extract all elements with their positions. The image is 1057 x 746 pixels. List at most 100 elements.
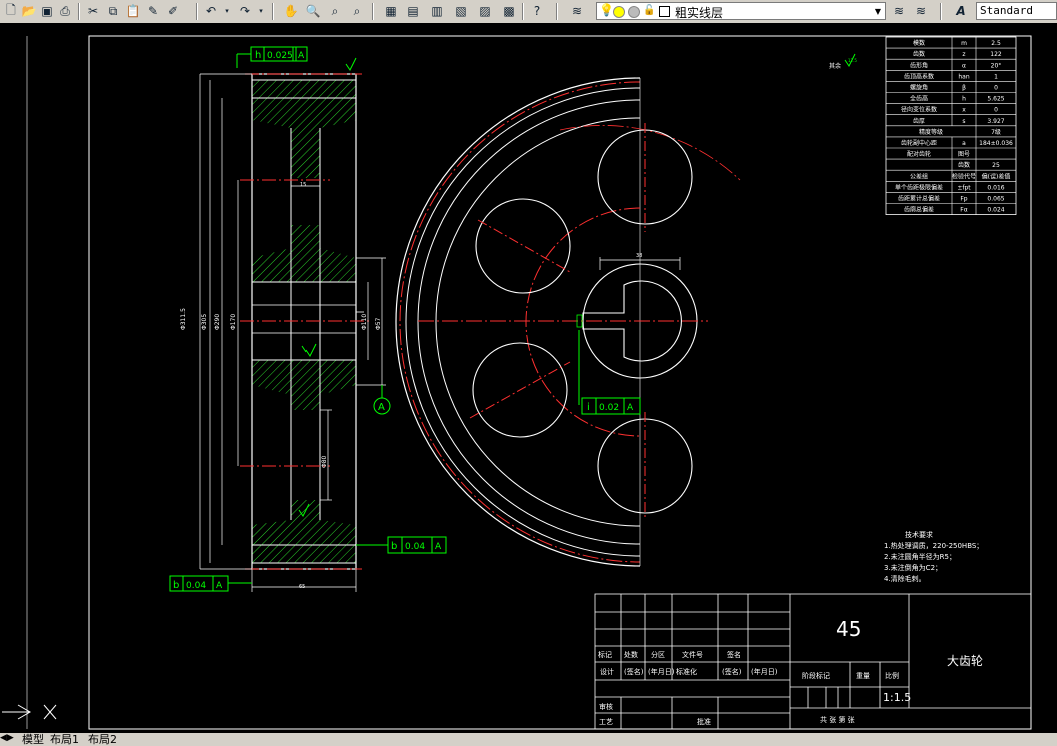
calculator-icon[interactable]: ▩	[500, 2, 518, 20]
zoom-previous-icon[interactable]: ⌕	[348, 2, 366, 20]
param-cell: 0.024	[987, 207, 1004, 214]
svg-text:0.04: 0.04	[186, 581, 206, 591]
tb-approve: 批准	[697, 717, 711, 726]
tech-req-line: 4.清除毛刺。	[884, 574, 926, 583]
tb-ratio: 比例	[885, 671, 899, 680]
svg-text:0.02: 0.02	[599, 403, 619, 413]
hatch-lower-web	[252, 500, 356, 545]
tab-scroll-arrows[interactable]: ◀▶	[0, 733, 14, 743]
undo-icon[interactable]: ↶	[202, 2, 220, 20]
tb-label-zone: 分区	[651, 650, 665, 659]
zoom-window-icon[interactable]: ⌕	[326, 2, 344, 20]
hatch-rim-bottom	[252, 545, 356, 563]
block-editor-icon[interactable]: ✐	[164, 2, 182, 20]
tb-date2: (年月日)	[751, 667, 778, 676]
param-cell: 齿轮副中心距	[901, 139, 937, 147]
param-cell: m	[961, 40, 967, 47]
hatch-hub-bottom	[252, 360, 356, 410]
tb-material: 45	[836, 617, 861, 641]
tb-stage: 阶段标记	[802, 671, 830, 680]
save-icon[interactable]: ▣	[38, 2, 56, 20]
param-cell: 1	[994, 73, 998, 80]
text-style-icon[interactable]: A	[952, 2, 970, 20]
tool-palettes-icon[interactable]: ▥	[428, 2, 446, 20]
svg-text:0.025: 0.025	[267, 51, 293, 61]
open-file-icon[interactable]: 📂	[20, 2, 38, 20]
layer-name: 粗实线层	[675, 6, 724, 20]
svg-text:b: b	[391, 541, 397, 552]
zoom-realtime-icon[interactable]: 🔍	[304, 2, 322, 20]
dim-label-2: Φ290	[214, 314, 221, 330]
datum-a-symbol: A	[373, 385, 391, 415]
layer-manager-icon[interactable]: ≋	[568, 2, 586, 20]
svg-text:i: i	[587, 402, 590, 413]
tb-sheets: 共 张 第 张	[820, 715, 855, 724]
chevron-down-icon[interactable]: ▼	[872, 4, 884, 18]
layer-dropdown[interactable]: 💡 🔓 粗实线层 ▼	[596, 2, 886, 20]
svg-text:A: A	[435, 542, 442, 552]
markup-icon[interactable]: ▨	[476, 2, 494, 20]
pan-icon[interactable]: ✋	[282, 2, 300, 20]
param-cell: 齿形角	[910, 61, 928, 69]
undo-dropdown-icon[interactable]: ▾	[222, 2, 232, 20]
svg-text:A: A	[378, 402, 385, 413]
lightbulb-icon[interactable]: 💡	[599, 3, 614, 17]
param-cell: s	[962, 118, 965, 125]
tb-sign2: (签名)	[722, 667, 742, 676]
svg-text:0.04: 0.04	[405, 542, 425, 552]
tb-label-sign: 签名	[727, 650, 741, 659]
param-cell: 单个齿距极限偏差	[895, 183, 943, 191]
dim-label-0: Φ311.5	[180, 308, 187, 330]
dim-label-6: Φ80	[321, 455, 328, 468]
param-cell: 配对齿轮	[907, 150, 931, 158]
param-cell: 122	[990, 51, 1002, 58]
tb-label-mark: 标记	[598, 650, 612, 659]
match-properties-icon[interactable]: ✎	[144, 2, 162, 20]
make-current-layer-icon[interactable]: ≋	[890, 2, 908, 20]
gear-parameters-table: 模数 m 2.5 齿数 z 122 齿形角 α 20° 齿顶高系数 han 1 螺旋角 β 0 全齿高 h 5.6…	[885, 36, 1017, 216]
param-cell: Fp	[960, 196, 967, 203]
sheet-set-icon[interactable]: ▧	[452, 2, 470, 20]
param-cell: 0	[994, 107, 998, 114]
cut-icon[interactable]: ✂	[84, 2, 102, 20]
freeze-viewport-icon[interactable]	[628, 6, 640, 18]
tab-layout1[interactable]: 布局1	[50, 733, 79, 746]
hatch-hub-top	[252, 225, 356, 282]
tech-req-line: 1.热处理调质，220-250HBS；	[884, 541, 983, 550]
drawing-canvas[interactable]: Φ311.5 Φ305 Φ290 Φ170 Φ110 Φ57 Φ80 15 65…	[0, 23, 1057, 733]
tb-review: 审核	[599, 702, 613, 711]
plot-icon[interactable]: ⎙	[56, 2, 74, 20]
new-file-icon[interactable]: 🗋	[2, 2, 20, 20]
param-cell: x	[962, 107, 966, 114]
design-center-icon[interactable]: ▤	[404, 2, 422, 20]
help-icon[interactable]: ?	[528, 2, 546, 20]
tab-layout2[interactable]: 布局2	[88, 733, 117, 746]
param-cell: 5.625	[987, 96, 1004, 103]
dim-label-3: Φ170	[230, 314, 237, 330]
paste-icon[interactable]: 📋	[124, 2, 142, 20]
redo-dropdown-icon[interactable]: ▾	[256, 2, 266, 20]
tb-standard: 标准化	[676, 667, 697, 676]
dim-label-1: Φ305	[201, 314, 208, 330]
tb-part-name: 大齿轮	[947, 654, 983, 668]
lock-icon[interactable]: 🔓	[643, 5, 655, 16]
tb-weight: 重量	[856, 672, 870, 680]
param-cell: 齿数	[913, 50, 925, 58]
section-view: Φ311.5 Φ305 Φ290 Φ170 Φ110 Φ57 Φ80 15 65…	[169, 46, 447, 592]
param-cell: 25	[992, 162, 1000, 169]
properties-icon[interactable]: ▦	[382, 2, 400, 20]
layer-previous-icon[interactable]: ≋	[912, 2, 930, 20]
keyway-dim: 38	[636, 253, 642, 259]
param-cell: 0.016	[987, 184, 1004, 191]
tab-model[interactable]: 模型	[22, 733, 44, 746]
sun-icon[interactable]	[613, 6, 625, 18]
ucs-icon	[2, 704, 57, 720]
redo-icon[interactable]: ↷	[236, 2, 254, 20]
layer-color-swatch	[659, 6, 670, 17]
copy-icon[interactable]: ⧉	[104, 2, 122, 20]
standard-toolbar: 🗋 📂 ▣ ⎙ ✂ ⧉ 📋 ✎ ✐ ↶ ▾ ↷ ▾ ✋ 🔍 ⌕ ⌕ ▦ ▤ ▥ …	[0, 0, 1057, 24]
tb-date: (年月日)	[648, 667, 675, 676]
param-cell: 2.5	[991, 40, 1001, 47]
tb-design: 设计	[600, 667, 614, 676]
text-style-dropdown[interactable]: Standard	[976, 2, 1057, 20]
